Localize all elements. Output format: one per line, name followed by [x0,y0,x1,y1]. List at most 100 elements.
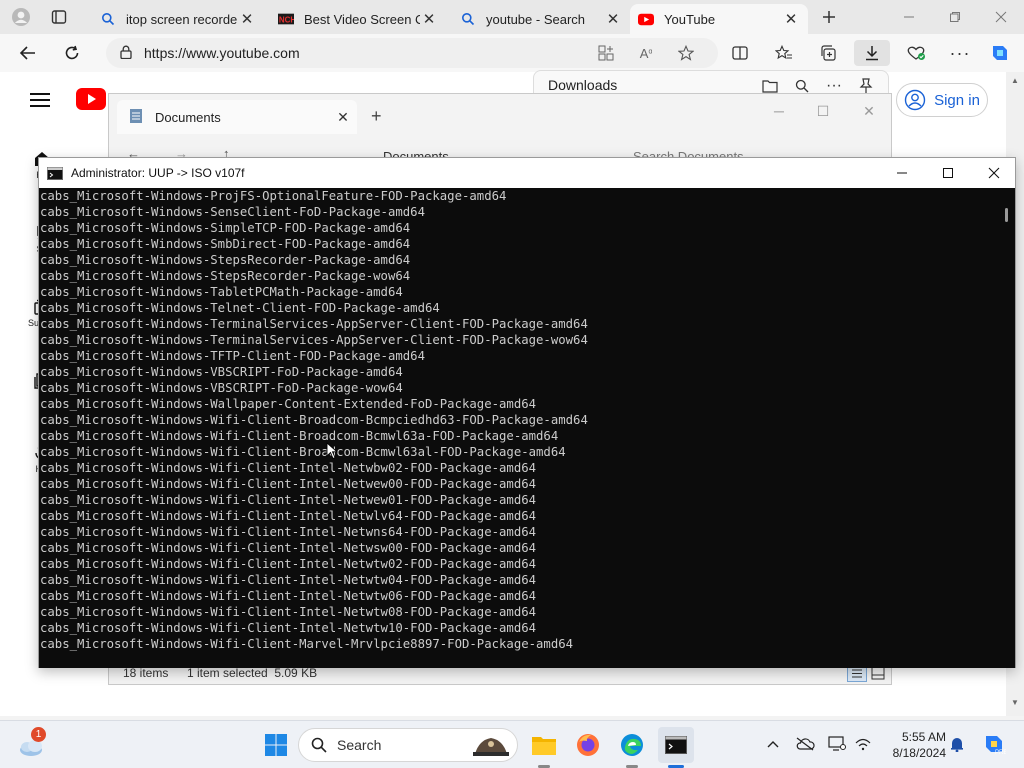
address-bar[interactable]: https://www.youtube.com [106,38,718,68]
back-arrow-icon[interactable] [14,40,42,66]
downloads-title: Downloads [548,77,618,93]
close-window-icon[interactable] [971,158,1017,188]
tab-title: YouTube [664,11,716,27]
copilot-icon[interactable] [986,40,1014,66]
notification-bell-icon[interactable] [946,733,968,755]
close-window-icon[interactable]: ✕ [849,100,889,122]
more-menu-icon[interactable]: ··· [946,40,974,66]
account-icon [904,89,926,111]
close-tab-icon[interactable]: ✕ [329,109,357,126]
console-line: cabs_Microsoft-Windows-Wifi-Client-Broad… [40,445,566,459]
minimize-icon[interactable] [879,158,925,188]
tiles-view-icon[interactable] [871,666,885,683]
console-line: cabs_Microsoft-Windows-Wifi-Client-Intel… [40,589,537,603]
cmd-title-bar[interactable]: Administrator: UUP -> ISO v107f [39,158,1015,188]
console-line: cabs_Microsoft-Windows-Wifi-Client-Intel… [40,557,537,571]
profile-avatar-icon[interactable] [8,5,34,29]
cloud-offline-icon[interactable] [794,733,816,755]
close-tab-icon[interactable]: ✕ [420,10,438,28]
edge-icon[interactable] [614,727,650,768]
notification-badge: 1 [31,727,46,742]
console-line: cabs_Microsoft-Windows-Wifi-Client-Intel… [40,461,537,475]
collections-icon[interactable] [814,40,842,66]
scroll-up-icon[interactable]: ▲ [1011,76,1019,85]
close-tab-icon[interactable]: ✕ [604,10,622,28]
console-line: cabs_Microsoft-Windows-SenseClient-FoD-P… [40,205,425,219]
search-label: Search [337,737,382,753]
hamburger-menu-icon[interactable] [30,92,50,111]
close-window-icon[interactable] [978,4,1024,30]
taskbar-search-box[interactable]: Search [298,728,518,762]
console-line: cabs_Microsoft-Windows-Wifi-Client-Broad… [40,429,559,443]
app-available-icon[interactable] [592,40,620,66]
new-tab-button[interactable]: + [371,106,382,127]
maximize-icon[interactable] [925,158,971,188]
search-icon [100,11,116,27]
start-button-icon[interactable] [258,727,294,763]
youtube-icon [638,11,654,27]
scroll-down-icon[interactable]: ▼ [1011,698,1019,707]
copilot-taskbar-icon[interactable]: PRE [980,733,1008,755]
search-icon [311,737,327,753]
clock[interactable]: 5:55 AM 8/18/2024 [880,729,946,761]
close-tab-icon[interactable]: ✕ [782,10,800,28]
tab-actions-icon[interactable] [46,5,72,29]
tab-youtube-search[interactable]: youtube - Search ✕ [452,4,630,34]
console-line: cabs_Microsoft-Windows-ProjFS-OptionalFe… [40,189,507,203]
cmd-scrollbar[interactable] [999,188,1015,668]
svg-text:PRE: PRE [995,750,1006,755]
console-line: cabs_Microsoft-Windows-StepsRecorder-Pac… [40,269,411,283]
close-tab-icon[interactable]: ✕ [238,10,256,28]
maximize-icon[interactable]: ☐ [803,100,843,122]
cmd-window-title: Administrator: UUP -> ISO v107f [71,166,245,180]
scrollbar-thumb[interactable] [1005,208,1008,222]
item-count: 18 items [123,666,169,680]
new-tab-button[interactable] [816,5,842,29]
cmd-console-output[interactable]: cabs_Microsoft-Windows-ProjFS-OptionalFe… [39,188,999,668]
tab-youtube[interactable]: YouTube ✕ [630,4,808,34]
nch-logo-icon: NCH [278,11,294,27]
refresh-icon[interactable] [58,40,86,66]
sign-in-button[interactable]: Sign in [896,83,988,117]
console-line: cabs_Microsoft-Windows-Wifi-Client-Intel… [40,525,537,539]
console-line: cabs_Microsoft-Windows-Wifi-Client-Broad… [40,413,588,427]
minimize-icon[interactable] [886,4,932,30]
console-line: cabs_Microsoft-Windows-SimpleTCP-FOD-Pac… [40,221,411,235]
read-aloud-icon[interactable]: Aᵅ [632,40,660,66]
address-toolbar: https://www.youtube.com Aᵅ ··· [0,34,1024,72]
lock-icon[interactable] [120,45,132,62]
taskbar: 1 Search 5:55 AM 8/18/2024 PRE [0,720,1024,768]
restore-icon[interactable] [932,4,978,30]
youtube-logo-icon[interactable] [76,88,106,113]
minimize-icon[interactable]: ─ [759,100,799,122]
weather-widget-icon[interactable]: 1 [14,727,50,763]
terminal-taskbar-icon[interactable] [658,727,694,768]
downloads-icon[interactable] [854,40,890,66]
console-line: cabs_Microsoft-Windows-Wifi-Client-Intel… [40,541,537,555]
network-icon[interactable] [852,733,874,755]
console-line: cabs_Microsoft-Windows-TerminalServices-… [40,333,588,347]
console-line: cabs_Microsoft-Windows-Wifi-Client-Intel… [40,477,537,491]
tab-itop-search[interactable]: itop screen recorder - ✕ [92,4,264,34]
firefox-icon[interactable] [570,727,606,763]
console-lines: cabs_Microsoft-Windows-ProjFS-OptionalFe… [40,188,999,652]
favorite-star-icon[interactable] [672,40,700,66]
explorer-tab-documents[interactable]: Documents ✕ [117,100,357,134]
browser-essentials-icon[interactable] [902,40,930,66]
tab-title: Best Video Screen Ca [304,11,420,27]
split-screen-icon[interactable] [726,40,754,66]
console-line: cabs_Microsoft-Windows-Wifi-Client-Intel… [40,509,537,523]
chevron-up-icon[interactable] [762,733,784,755]
console-line: cabs_Microsoft-Windows-Wifi-Client-Marve… [40,637,574,651]
url-text[interactable]: https://www.youtube.com [144,45,300,61]
favorites-icon[interactable] [770,40,798,66]
console-line: cabs_Microsoft-Windows-StepsRecorder-Pac… [40,253,411,267]
tab-nch-best-video[interactable]: NCH Best Video Screen Ca ✕ [270,4,446,34]
sign-in-label: Sign in [934,91,980,109]
console-line: cabs_Microsoft-Windows-Wifi-Client-Intel… [40,605,537,619]
display-settings-icon[interactable] [826,733,848,755]
search-highlight-icon [469,732,513,758]
console-line: cabs_Microsoft-Windows-Wifi-Client-Intel… [40,621,537,635]
time-text: 5:55 AM [901,730,946,744]
file-explorer-taskbar-icon[interactable] [526,727,562,768]
